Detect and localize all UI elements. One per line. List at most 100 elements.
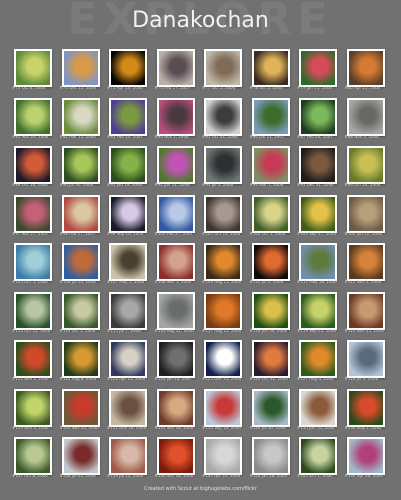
photo-item[interactable]: #140 Mar 18, 2006 (155, 436, 203, 485)
photo-item[interactable]: #107 May 5, 2006 (107, 242, 155, 291)
photo-item[interactable]: #73 Oct 8, 2006 (12, 48, 60, 97)
photo-thumbnail[interactable] (204, 243, 242, 281)
photo-thumbnail[interactable] (109, 97, 147, 136)
photo-item[interactable]: #131 Nov 18, 2006 (107, 388, 155, 437)
photo-thumbnail[interactable] (61, 340, 100, 378)
photo-item[interactable]: #106 Jul 26, 2006 (60, 242, 108, 291)
photo-item[interactable]: #133 Sep 19, 2006 (202, 388, 250, 437)
photo-thumbnail[interactable] (204, 146, 242, 184)
photo-thumbnail[interactable] (251, 243, 290, 281)
photo-thumbnail[interactable] (346, 340, 385, 378)
photo-thumbnail[interactable] (299, 437, 337, 475)
photo-item[interactable]: #92 Jun 11, 2006 (155, 145, 203, 194)
photo-thumbnail[interactable] (251, 194, 290, 233)
photo-item[interactable]: #81 Mar 26, 2006 (12, 97, 60, 146)
photo-item[interactable]: #98 Feb 27, 2007 (60, 194, 108, 243)
photo-thumbnail[interactable] (109, 340, 147, 378)
photo-item[interactable]: #84 Nov 1, 2006 (155, 97, 203, 146)
photo-item[interactable]: #126 Oct 31, 2006 (250, 339, 298, 388)
photo-item[interactable]: #127 Aug 6, 2006 (297, 339, 345, 388)
photo-item[interactable]: #74 Dec 25, 2006 (60, 48, 108, 97)
photo-item[interactable]: #130 Nov 26, 2006 (60, 388, 108, 437)
photo-thumbnail[interactable] (156, 49, 195, 87)
photo-thumbnail[interactable] (14, 49, 52, 87)
photo-thumbnail[interactable] (61, 243, 100, 281)
photo-item[interactable]: #141 Apr 20, 2006 (202, 436, 250, 485)
photo-item[interactable]: #80 Apr 25, 2006 (345, 48, 393, 97)
photo-item[interactable]: #134 Jul 30, 2006 (250, 388, 298, 437)
photo-thumbnail[interactable] (204, 340, 242, 378)
photo-thumbnail[interactable] (346, 243, 385, 281)
photo-thumbnail[interactable] (14, 291, 52, 330)
photo-thumbnail[interactable] (109, 146, 147, 184)
photo-item[interactable]: #75 Apr 13, 2006 (107, 48, 155, 97)
photo-item[interactable]: #77 Oct 5, 2006 (202, 48, 250, 97)
photo-thumbnail[interactable] (346, 97, 385, 136)
photo-item[interactable]: #102 Oct 1, 2006 (250, 194, 298, 243)
photo-thumbnail[interactable] (109, 194, 147, 233)
photo-thumbnail[interactable] (156, 146, 195, 184)
photo-thumbnail[interactable] (204, 194, 242, 233)
photo-item[interactable]: #112 Nov 2, 2006 (345, 242, 393, 291)
photo-thumbnail[interactable] (61, 291, 100, 330)
photo-item[interactable]: #99 Sep 26, 2006 (107, 194, 155, 243)
photo-thumbnail[interactable] (346, 49, 385, 87)
photo-item[interactable]: #104 Jun 22, 2006 (345, 194, 393, 243)
photo-item[interactable]: #103 Sep 27, 2006 (297, 194, 345, 243)
photo-thumbnail[interactable] (204, 437, 242, 475)
photo-item[interactable]: #139 Jul 12, 2006 (107, 436, 155, 485)
photo-thumbnail[interactable] (156, 243, 195, 281)
photo-thumbnail[interactable] (299, 194, 337, 233)
photo-thumbnail[interactable] (14, 146, 52, 184)
photo-thumbnail[interactable] (109, 291, 147, 330)
photo-item[interactable]: #111 May 18, 2006 (297, 242, 345, 291)
photo-thumbnail[interactable] (14, 437, 52, 475)
photo-item[interactable]: #120 Nov 25, 2006 (345, 291, 393, 340)
photo-thumbnail[interactable] (14, 97, 52, 136)
photo-thumbnail[interactable] (61, 97, 100, 136)
photo-item[interactable]: #95 Dec 31, 2006 (297, 145, 345, 194)
photo-item[interactable]: #114 Oct 1, 2006 (60, 291, 108, 340)
photo-thumbnail[interactable] (204, 388, 242, 427)
photo-thumbnail[interactable] (299, 340, 337, 378)
photo-thumbnail[interactable] (346, 146, 385, 184)
photo-item[interactable]: #100 Feb 27, 2007 (155, 194, 203, 243)
photo-thumbnail[interactable] (109, 388, 147, 427)
photo-thumbnail[interactable] (109, 243, 147, 281)
photo-item[interactable]: #78 Oct 2, 2006 (250, 48, 298, 97)
photo-thumbnail[interactable] (251, 437, 290, 475)
photo-item[interactable]: #88 Nov 3, 2006 (345, 97, 393, 146)
photo-item[interactable]: #86 Jan 11, 2007 (250, 97, 298, 146)
photo-thumbnail[interactable] (14, 243, 52, 281)
photo-thumbnail[interactable] (109, 49, 147, 87)
photo-thumbnail[interactable] (204, 291, 242, 330)
photo-item[interactable]: #137 Oct 8, 2006 (12, 436, 60, 485)
photo-item[interactable]: #144 Apr 28, 2006 (345, 436, 393, 485)
photo-thumbnail[interactable] (251, 146, 290, 184)
photo-thumbnail[interactable] (14, 340, 52, 378)
photo-thumbnail[interactable] (204, 97, 242, 136)
photo-thumbnail[interactable] (251, 49, 290, 87)
photo-item[interactable]: #96 Oct 24, 2006 (345, 145, 393, 194)
photo-item[interactable]: #105 Oct 5, 2006 (12, 242, 60, 291)
photo-item[interactable]: #117 Aug 15, 2006 (202, 291, 250, 340)
photo-thumbnail[interactable] (299, 388, 337, 427)
photo-thumbnail[interactable] (299, 49, 337, 87)
photo-thumbnail[interactable] (251, 388, 290, 427)
photo-thumbnail[interactable] (346, 388, 385, 427)
photo-item[interactable]: #122 Aug 8, 2006 (60, 339, 108, 388)
photo-item[interactable]: #135 Jun 10, 2006 (297, 388, 345, 437)
photo-item[interactable]: #97 Mar 27, 2007 (12, 194, 60, 243)
photo-thumbnail[interactable] (251, 291, 290, 330)
photo-item[interactable]: #89 Oct 16, 2006 (12, 145, 60, 194)
photo-item[interactable]: #94 Mar 1, 2006 (250, 145, 298, 194)
photo-item[interactable]: #110 Jul 4, 2006 (250, 242, 298, 291)
photo-item[interactable]: #90 Jul 30, 2006 (60, 145, 108, 194)
photo-item[interactable]: #143 Oct 1, 2006 (297, 436, 345, 485)
photo-thumbnail[interactable] (156, 291, 195, 330)
photo-item[interactable]: #125 Dec 31, 2006 (202, 339, 250, 388)
photo-thumbnail[interactable] (346, 291, 385, 330)
photo-item[interactable]: #136 May 2, 2006 (345, 388, 393, 437)
photo-item[interactable]: #79 Jun 11, 2006 (297, 48, 345, 97)
photo-thumbnail[interactable] (251, 97, 290, 136)
